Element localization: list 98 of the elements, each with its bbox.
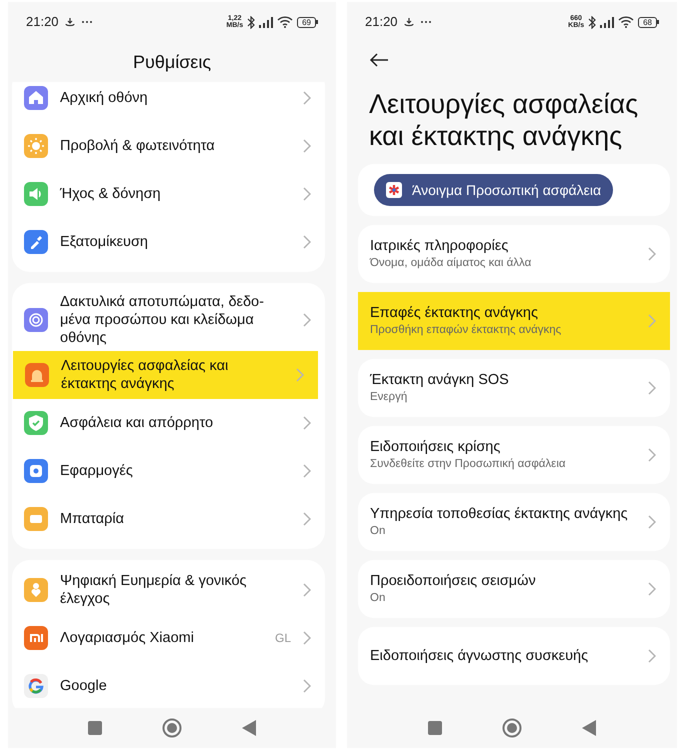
settings-item[interactable]: Ψηφιακή Ευημερία & γονικός έλεγχος	[12, 566, 325, 614]
settings-card[interactable]: Προειδοποιήσεις σεισμών On	[358, 560, 670, 618]
back-icon[interactable]	[582, 720, 596, 736]
personal-safety-icon	[386, 182, 402, 198]
siren-icon	[25, 363, 49, 387]
settings-item[interactable]: Λογαριασμός Xiaomi GL	[12, 614, 325, 662]
signal-icon	[600, 16, 614, 28]
chevron-icon	[303, 679, 311, 693]
item-label: Εξατομίκευση	[60, 233, 149, 251]
item-subtitle: Προσθήκη επαφών έκτακτης ανάγκης	[370, 323, 562, 338]
bluetooth-icon	[247, 16, 256, 28]
chevron-icon	[303, 187, 311, 201]
chevron-icon	[303, 464, 311, 478]
more-icon	[80, 20, 93, 24]
open-personal-safety-button[interactable]: Άνοιγμα Προσωπική ασφάλεια	[374, 174, 614, 206]
item-subtitle: On	[370, 591, 386, 606]
chevron-icon	[296, 368, 304, 382]
settings-item[interactable]: Εξατομίκευση	[12, 218, 325, 266]
chevron-icon	[303, 235, 311, 249]
page-title: Λειτουργίες ασφαλείας και έκτακτης ανάγκης	[368, 88, 640, 153]
item-subtitle: Συνδεθείτε στην Προσωπική ασφάλεια	[370, 457, 567, 472]
item-subtitle: Όνομα, ομάδα αίματος και άλλα	[370, 256, 532, 271]
apps-icon	[24, 459, 48, 483]
settings-card[interactable]: Ιατρικές πληροφορίες Όνομα, ομάδα αίματος και άλλα	[358, 225, 670, 283]
clock: 21:20	[365, 13, 398, 32]
item-label: Ασφάλεια και απόρρητο	[60, 414, 214, 432]
chevron-icon	[648, 314, 656, 328]
item-title: Ειδοποιήσεις κρίσης	[370, 438, 502, 457]
chevron-icon	[648, 515, 656, 529]
settings-item[interactable]: Λειτουργίες ασφαλείας και έκτακτης ανάγκης	[13, 351, 318, 399]
home-icon	[24, 86, 48, 110]
settings-item[interactable]: Αρχική οθόνη	[12, 82, 325, 122]
signal-icon	[259, 16, 274, 28]
chevron-icon	[303, 583, 311, 597]
item-label: Ήχος & δόνηση	[60, 185, 162, 203]
wifi-icon	[277, 16, 294, 28]
item-label: Google	[60, 677, 108, 695]
mi-logo-icon	[24, 626, 48, 650]
item-value: GL	[274, 630, 291, 647]
item-label: Λογαριασμός Xiaomi	[60, 629, 195, 647]
brightness-icon	[24, 134, 48, 158]
settings-item[interactable]: Ήχος & δόνηση	[12, 170, 325, 218]
item-label: Δακτυλικά αποτυπώματα, δεδο-μένα προσώπου και κλείδωμα οθόνης	[60, 293, 265, 347]
item-subtitle: On	[370, 524, 386, 539]
item-label: Αρχική οθόνη	[60, 89, 149, 107]
item-label: Εφαρμογές	[60, 462, 134, 480]
google-logo-icon	[24, 674, 48, 698]
settings-card[interactable]: Επαφές έκτακτης ανάγκης Προσθήκη επαφών έκτακτης ανάγκης	[358, 292, 670, 350]
item-title: Ειδοποιήσεις άγνωστης συσκευής	[370, 646, 590, 666]
item-title: Προειδοποιήσεις σεισμών	[370, 572, 537, 591]
chevron-icon	[303, 313, 311, 327]
chevron-icon	[648, 381, 656, 395]
item-title: Επαφές έκτακτης ανάγκης	[370, 304, 539, 323]
shield-icon	[24, 411, 48, 435]
chevron-icon	[648, 448, 656, 462]
chevron-icon	[303, 512, 311, 526]
settings-card[interactable]: Υπηρεσία τοποθεσίας έκτακτης ανάγκης On	[358, 493, 670, 551]
item-label: Λειτουργίες ασφαλείας και έκτακτης ανάγκης	[61, 357, 230, 393]
fingerprint-icon	[24, 308, 48, 332]
chevron-icon	[303, 631, 311, 645]
settings-item[interactable]: Μπαταρία	[12, 495, 325, 543]
settings-item[interactable]: Δακτυλικά αποτυπώματα, δεδο-μένα προσώπου και κλείδωμα οθόνης	[12, 289, 325, 351]
wifi-icon	[618, 16, 634, 28]
settings-item[interactable]: Εφαρμογές	[12, 447, 325, 495]
item-label: Ψηφιακή Ευημερία & γονικός έλεγχος	[60, 572, 248, 608]
settings-card[interactable]: Ειδοποιήσεις κρίσης Συνδεθείτε στην Προσωπική ασφάλεια	[358, 426, 670, 484]
item-title: Έκτακτη ανάγκη SOS	[370, 371, 510, 390]
brush-icon	[24, 230, 48, 254]
home-icon[interactable]	[162, 718, 182, 738]
item-subtitle: Ενεργή	[370, 390, 408, 405]
download-icon	[404, 17, 414, 27]
download-icon	[64, 17, 75, 27]
home-icon[interactable]	[502, 718, 522, 738]
settings-item[interactable]: Google	[12, 662, 325, 708]
chevron-icon	[648, 649, 656, 663]
item-label: Προβολή & φωτεινότητα	[60, 137, 216, 155]
chevron-icon	[303, 416, 311, 430]
battery-icon	[24, 507, 48, 531]
settings-item[interactable]: Ασφάλεια και απόρρητο	[12, 399, 325, 447]
screen-title: Ρυθμίσεις	[132, 50, 212, 74]
battery-indicator: 68	[638, 16, 659, 28]
bluetooth-icon	[588, 16, 596, 28]
item-label: Μπαταρία	[60, 510, 126, 528]
more-icon	[420, 20, 432, 24]
settings-card[interactable]: Ειδοποιήσεις άγνωστης συσκευής	[358, 627, 670, 685]
chevron-icon	[303, 139, 311, 153]
chevron-icon	[648, 247, 656, 261]
item-title: Ιατρικές πληροφορίες	[370, 237, 510, 256]
clock: 21:20	[26, 13, 59, 32]
chevron-icon	[303, 91, 311, 105]
speaker-icon	[24, 182, 48, 206]
chevron-icon	[648, 582, 656, 596]
battery-indicator: 69	[297, 16, 318, 28]
item-title: Υπηρεσία τοποθεσίας έκτακτης ανάγκης	[370, 505, 629, 524]
settings-item[interactable]: Προβολή & φωτεινότητα	[12, 122, 325, 170]
settings-card[interactable]: Έκτακτη ανάγκη SOS Ενεργή	[358, 359, 670, 417]
back-icon[interactable]	[242, 720, 256, 736]
back-arrow-icon[interactable]	[369, 53, 389, 67]
